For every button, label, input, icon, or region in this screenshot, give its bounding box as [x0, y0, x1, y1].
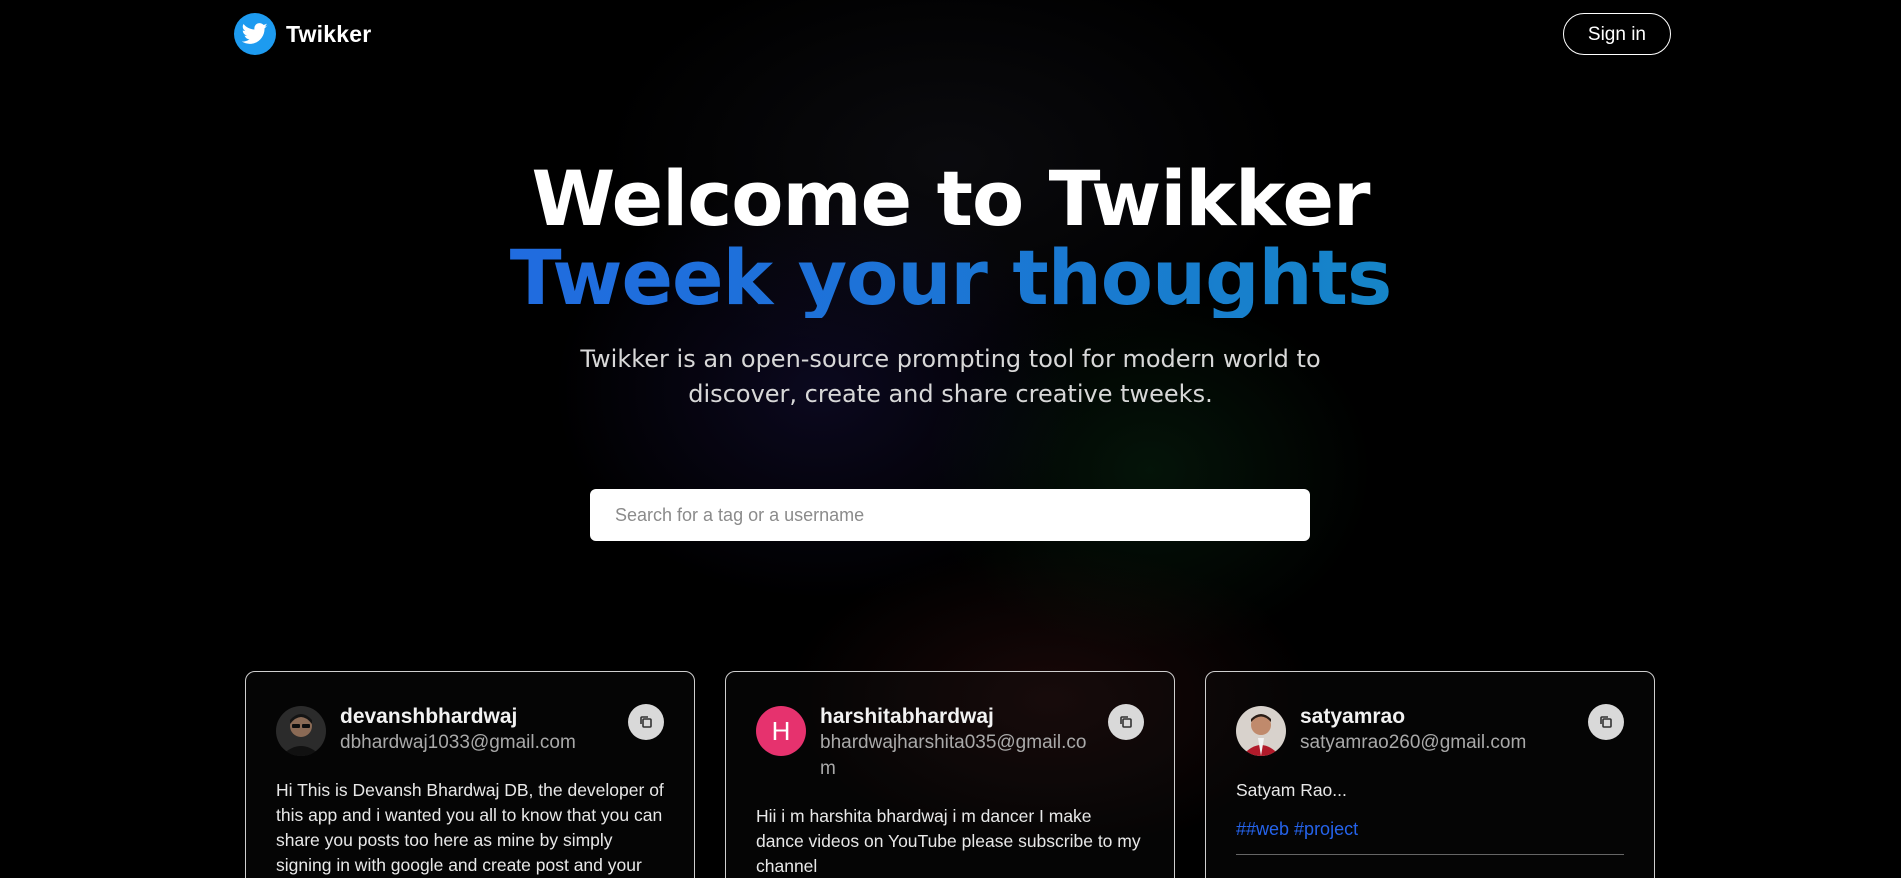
brand[interactable]: Twikker: [234, 13, 371, 55]
post-text: Hii i m harshita bhardwaj i m dancer I m…: [756, 806, 1141, 876]
post-email: bhardwajharshita035@gmail.com: [820, 732, 1087, 779]
hero-subtitle: Tweek your thoughts: [0, 238, 1901, 318]
post-email: dbhardwaj1033@gmail.com: [340, 732, 576, 753]
hero-tagline: Twikker is an open-source prompting tool…: [580, 345, 1321, 408]
post-username[interactable]: harshitabhardwaj: [820, 704, 1098, 730]
twitter-bird-icon: [234, 13, 276, 55]
sign-in-button[interactable]: Sign in: [1562, 13, 1671, 55]
hero-title: Welcome to Twikker: [531, 154, 1370, 243]
copy-button[interactable]: [1588, 704, 1624, 740]
post-tags[interactable]: ##web #project: [1236, 819, 1624, 840]
post-username[interactable]: devanshbhardwaj: [340, 704, 618, 730]
divider: [1236, 854, 1624, 855]
post-email: satyamrao260@gmail.com: [1300, 732, 1527, 753]
user-meta: harshitabhardwaj bhardwajharshita035@gma…: [820, 704, 1098, 782]
copy-icon: [1600, 716, 1612, 728]
post-header: satyamrao satyamrao260@gmail.com: [1236, 704, 1624, 756]
top-nav: Twikker Sign in: [234, 12, 1671, 56]
post-username[interactable]: satyamrao: [1300, 704, 1578, 730]
post-header: H harshitabhardwaj bhardwajharshita035@g…: [756, 704, 1144, 782]
copy-icon: [640, 716, 652, 728]
avatar[interactable]: [276, 706, 326, 756]
user-meta: satyamrao satyamrao260@gmail.com: [1300, 704, 1578, 756]
search-input[interactable]: [590, 489, 1310, 541]
post-card: H harshitabhardwaj bhardwajharshita035@g…: [725, 671, 1175, 878]
user-meta: devanshbhardwaj dbhardwaj1033@gmail.com: [340, 704, 618, 756]
post-text: Hi This is Devansh Bhardwaj DB, the deve…: [276, 780, 664, 875]
post-header: devanshbhardwaj dbhardwaj1033@gmail.com: [276, 704, 664, 756]
copy-button[interactable]: [1108, 704, 1144, 740]
post-card: devanshbhardwaj dbhardwaj1033@gmail.com …: [245, 671, 695, 878]
avatar[interactable]: [1236, 706, 1286, 756]
hero: Welcome to Twikker Tweek your thoughts T…: [0, 160, 1901, 412]
post-card: satyamrao satyamrao260@gmail.com Satyam …: [1205, 671, 1655, 878]
brand-name: Twikker: [286, 20, 372, 47]
copy-icon: [1120, 716, 1132, 728]
copy-button[interactable]: [628, 704, 664, 740]
avatar[interactable]: H: [756, 706, 806, 756]
post-text: Satyam Rao...: [1236, 780, 1347, 800]
page: Twikker Sign in Welcome to Twikker Tweek…: [0, 0, 1901, 878]
